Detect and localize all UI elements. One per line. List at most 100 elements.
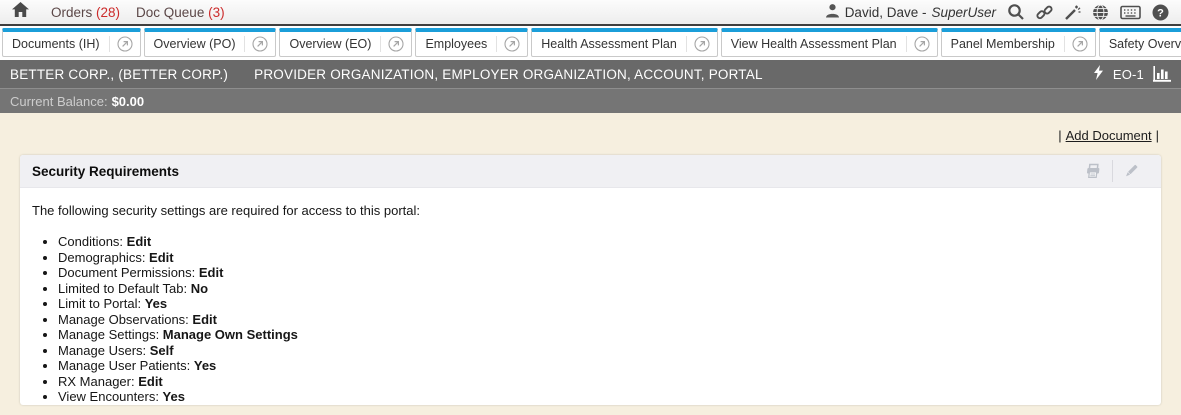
tab-label: Health Assessment Plan xyxy=(539,37,679,51)
setting-label: Manage Observations: xyxy=(58,312,192,327)
tab-label: Safety Overview xyxy=(1107,37,1181,51)
setting-label: Manage Settings: xyxy=(58,327,163,342)
home-icon xyxy=(12,2,29,22)
user-name: David, Dave - xyxy=(845,5,927,20)
org-name: BETTER CORP., (BETTER CORP.) xyxy=(10,67,228,82)
tab-view-health-assessment-plan[interactable]: View Health Assessment Plan xyxy=(721,28,938,57)
tab-label: Overview (PO) xyxy=(152,37,238,51)
actions-row: | Add Document | xyxy=(0,113,1181,143)
tab-safety-overview[interactable]: Safety Overview xyxy=(1099,28,1181,57)
tab-panel-membership[interactable]: Panel Membership xyxy=(941,28,1096,57)
org-header-bar: BETTER CORP., (BETTER CORP.) PROVIDER OR… xyxy=(0,60,1181,88)
setting-value: Edit xyxy=(138,374,163,389)
list-item: RX Manager: Edit xyxy=(58,374,1149,390)
tab-label: Overview (EO) xyxy=(287,37,373,51)
setting-label: Limited to Default Tab: xyxy=(58,281,191,296)
panel-body: The following security settings are requ… xyxy=(20,188,1161,405)
list-item: Limit to Portal: Yes xyxy=(58,296,1149,312)
pipe-left: | xyxy=(1058,128,1061,143)
doc-queue-label: Doc Queue xyxy=(136,5,208,20)
setting-value: Yes xyxy=(145,296,167,311)
setting-value: No xyxy=(191,281,208,296)
security-intro-text: The following security settings are requ… xyxy=(32,203,1149,218)
list-item: Document Permissions: Edit xyxy=(58,265,1149,281)
setting-label: Limit to Portal: xyxy=(58,296,145,311)
list-item: Manage Users: Self xyxy=(58,343,1149,359)
keyboard-icon[interactable] xyxy=(1120,5,1141,20)
tab-overview-eo[interactable]: Overview (EO) xyxy=(279,28,412,57)
open-in-new-icon[interactable] xyxy=(906,36,930,52)
org-bar-right: EO-1 xyxy=(1093,65,1171,83)
tab-label: Employees xyxy=(423,37,489,51)
open-in-new-icon[interactable] xyxy=(109,36,133,52)
list-item: Limited to Default Tab: No xyxy=(58,281,1149,297)
tab-label: Panel Membership xyxy=(949,37,1057,51)
panel-title: Security Requirements xyxy=(32,164,179,179)
security-requirements-panel: Security Requirements The following secu… xyxy=(20,155,1161,405)
open-in-new-icon[interactable] xyxy=(496,36,520,52)
list-item: Demographics: Edit xyxy=(58,250,1149,266)
open-in-new-icon[interactable] xyxy=(1064,36,1088,52)
open-in-new-icon[interactable] xyxy=(686,36,710,52)
panel-header: Security Requirements xyxy=(20,155,1161,188)
setting-value: Edit xyxy=(192,312,217,327)
setting-value: Edit xyxy=(127,234,152,249)
security-settings-list: Conditions: Edit Demographics: Edit Docu… xyxy=(30,234,1149,405)
orders-link[interactable]: Orders (28) xyxy=(51,5,120,20)
open-in-new-icon[interactable] xyxy=(244,36,268,52)
list-item: Manage User Patients: Yes xyxy=(58,358,1149,374)
setting-value: Yes xyxy=(163,389,185,404)
setting-value: Yes xyxy=(194,358,216,373)
setting-value: Self xyxy=(150,343,174,358)
balance-value: $0.00 xyxy=(112,94,145,109)
add-document-link[interactable]: Add Document xyxy=(1066,128,1152,143)
svg-text:?: ? xyxy=(1157,7,1164,19)
setting-label: RX Manager: xyxy=(58,374,138,389)
tab-documents-ih[interactable]: Documents (IH) xyxy=(2,28,141,57)
tab-health-assessment-plan[interactable]: Health Assessment Plan xyxy=(531,28,718,57)
doc-queue-link[interactable]: Doc Queue (3) xyxy=(136,5,225,20)
setting-label: Conditions: xyxy=(58,234,127,249)
pipe-right: | xyxy=(1156,128,1159,143)
search-icon[interactable] xyxy=(1007,3,1025,21)
setting-value: Manage Own Settings xyxy=(163,327,298,342)
setting-label: Document Permissions: xyxy=(58,265,199,280)
lightning-icon[interactable] xyxy=(1093,65,1104,83)
top-bar-left: Orders (28) Doc Queue (3) xyxy=(12,2,225,22)
wand-icon[interactable] xyxy=(1064,4,1081,21)
setting-label: Manage User Patients: xyxy=(58,358,194,373)
orders-label: Orders xyxy=(51,5,96,20)
balance-bar: Current Balance: $0.00 xyxy=(0,88,1181,113)
tab-bar: Documents (IH) Overview (PO) Overview (E… xyxy=(0,26,1181,60)
setting-label: Demographics: xyxy=(58,250,149,265)
top-bar: Orders (28) Doc Queue (3) David, Dave - … xyxy=(0,0,1181,26)
setting-value: Edit xyxy=(199,265,224,280)
tab-employees[interactable]: Employees xyxy=(415,28,528,57)
org-badge: EO-1 xyxy=(1113,67,1144,82)
open-in-new-icon[interactable] xyxy=(380,36,404,52)
edit-icon[interactable] xyxy=(1112,160,1149,182)
print-icon[interactable] xyxy=(1075,160,1112,182)
help-icon[interactable]: ? xyxy=(1152,4,1169,21)
globe-icon[interactable] xyxy=(1092,4,1109,21)
tab-label: Documents (IH) xyxy=(10,37,102,51)
panel-tools xyxy=(1075,155,1149,187)
list-item: Manage Observations: Edit xyxy=(58,312,1149,328)
list-item: Conditions: Edit xyxy=(58,234,1149,250)
doc-queue-count: (3) xyxy=(208,5,225,20)
tab-overview-po[interactable]: Overview (PO) xyxy=(144,28,277,57)
user-menu[interactable]: David, Dave - SuperUser xyxy=(825,3,996,21)
home-button[interactable] xyxy=(12,2,29,22)
chart-icon[interactable] xyxy=(1153,66,1171,82)
setting-value: Edit xyxy=(149,250,174,265)
link-icon[interactable] xyxy=(1036,4,1053,21)
list-item: View Encounters: Yes xyxy=(58,389,1149,405)
setting-label: Manage Users: xyxy=(58,343,150,358)
tab-label: View Health Assessment Plan xyxy=(729,37,899,51)
list-item: Manage Settings: Manage Own Settings xyxy=(58,327,1149,343)
user-icon xyxy=(825,3,840,21)
org-types: PROVIDER ORGANIZATION, EMPLOYER ORGANIZA… xyxy=(254,67,763,82)
setting-label: View Encounters: xyxy=(58,389,163,404)
orders-count: (28) xyxy=(96,5,120,20)
top-bar-right: David, Dave - SuperUser xyxy=(825,3,1169,21)
